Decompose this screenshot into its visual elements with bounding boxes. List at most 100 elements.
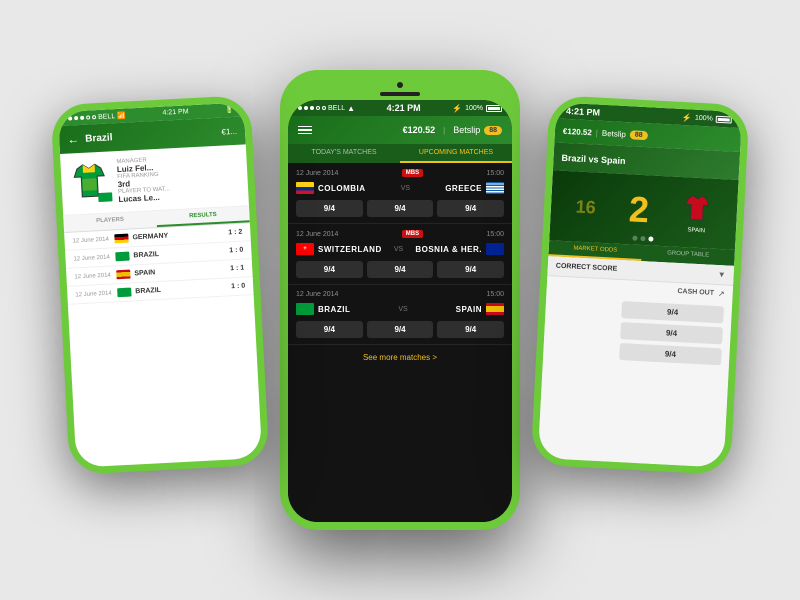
carrier-left: BELL	[98, 113, 115, 121]
tab-todays[interactable]: TODAY'S MATCHES	[288, 144, 400, 163]
right-odds-3[interactable]: 9/4	[619, 343, 722, 365]
match-time: 15:00	[486, 170, 504, 177]
switzerland-flag: +	[296, 243, 314, 255]
match-time: 15:00	[486, 291, 504, 298]
result-flag	[114, 234, 128, 244]
away-team: GREECE	[445, 182, 504, 194]
odds-btn-1[interactable]: 9/4	[296, 200, 363, 217]
time-left: 4:21 PM	[162, 108, 188, 117]
wifi-icon-center: ▲	[347, 104, 355, 113]
match-time: 15:00	[486, 231, 504, 238]
dropdown-icon[interactable]: ▼	[717, 270, 725, 279]
scene: BELL 📶 4:21 PM 🔋 ← Brazil €1...	[0, 0, 800, 600]
battery-left: 🔋	[225, 106, 234, 114]
tab-upcoming[interactable]: UPCOMING MATCHES	[400, 144, 512, 163]
bosnia-flag	[486, 243, 504, 255]
mbs-badge: MBS	[402, 230, 423, 238]
time-right: 4:21 PM	[566, 106, 600, 118]
betslip-count-right[interactable]: 88	[630, 130, 648, 140]
team-info: MANAGER Luiz Fel... FIFA RANKING 3rd PLA…	[116, 153, 240, 204]
right-body: CORRECT SCORE ▼ CASH OUT ↗ 9/4 9/4 9/4	[538, 256, 734, 467]
away-team: SPAIN	[456, 303, 504, 315]
correct-score-label: CORRECT SCORE	[556, 263, 618, 273]
away-team-name: SPAIN	[456, 305, 482, 314]
match-title: Brazil vs Spain	[561, 153, 625, 166]
vs-label: VS	[394, 246, 403, 253]
odds-btn-1[interactable]: 9/4	[296, 261, 363, 278]
bluetooth-icon-right: ⚡	[682, 112, 692, 122]
match-teams: + SWITZERLAND VS BOSNIA & HER.	[296, 243, 504, 255]
home-team-name: SWITZERLAND	[318, 245, 382, 254]
screen-right: 4:21 PM ⚡ 100% €120.52 | Betslip 88 Braz…	[538, 102, 742, 467]
bluetooth-icon: ⚡	[452, 104, 462, 113]
carrier-center: BELL	[328, 105, 345, 112]
match-card: 12 June 2014 15:00 BRAZIL VS SPAIN	[288, 285, 512, 345]
screen-center: BELL ▲ 4:21 PM ⚡ 100% €120.52 | Bet	[288, 100, 512, 522]
right-odds-2[interactable]: 9/4	[620, 322, 723, 344]
result-date: 12 June 2014	[75, 290, 113, 298]
odds-btn-3[interactable]: 9/4	[437, 321, 504, 338]
result-date: 12 June 2014	[74, 272, 112, 280]
results-list: 12 June 2014 GERMANY 1 : 2 12 June 2014 …	[64, 223, 254, 305]
odds-btn-1[interactable]: 9/4	[296, 321, 363, 338]
colombia-flag	[296, 182, 314, 194]
right-odds-list: 9/4 9/4 9/4	[543, 293, 732, 374]
score-home: 16	[575, 196, 596, 218]
mbs-badge: MBS	[402, 169, 423, 177]
result-date: 12 June 2014	[72, 236, 110, 244]
left-team-title: Brazil	[85, 132, 113, 144]
result-flag	[115, 252, 129, 262]
see-more-link[interactable]: See more matches >	[288, 345, 512, 370]
odds-btn-2[interactable]: 9/4	[367, 261, 434, 278]
match-tabs: TODAY'S MATCHES UPCOMING MATCHES	[288, 144, 512, 163]
away-team-label: SPAIN	[681, 227, 711, 235]
odds-btn-2[interactable]: 9/4	[367, 200, 434, 217]
matches-list: 12 June 2014 MBS 15:00 COLOMBIA VS GREEC…	[288, 163, 512, 522]
result-score: 1 : 0	[231, 283, 245, 291]
home-team: + SWITZERLAND	[296, 243, 382, 255]
battery-icon-right	[716, 115, 732, 123]
back-arrow[interactable]: ←	[67, 132, 80, 147]
screen-left: BELL 📶 4:21 PM 🔋 ← Brazil €1...	[58, 102, 262, 467]
phone-left: BELL 📶 4:21 PM 🔋 ← Brazil €1...	[50, 95, 269, 475]
vs-label: VS	[398, 306, 407, 313]
match-card: 12 June 2014 MBS 15:00 COLOMBIA VS GREEC…	[288, 163, 512, 224]
spain-flag	[486, 303, 504, 315]
balance-left: €1...	[221, 126, 237, 136]
brazil-flag	[296, 303, 314, 315]
battery-icon-center	[486, 105, 502, 112]
right-odds-1[interactable]: 9/4	[621, 301, 724, 323]
result-date: 12 June 2014	[73, 254, 111, 262]
match-teams: COLOMBIA VS GREECE	[296, 182, 504, 194]
odds-btn-3[interactable]: 9/4	[437, 200, 504, 217]
betslip-label-right: Betslip	[602, 128, 626, 138]
phone-center: BELL ▲ 4:21 PM ⚡ 100% €120.52 | Bet	[280, 70, 520, 530]
odds-btn-2[interactable]: 9/4	[367, 321, 434, 338]
odds-btn-3[interactable]: 9/4	[437, 261, 504, 278]
greece-flag	[486, 182, 504, 194]
odds-row: 9/4 9/4 9/4	[296, 261, 504, 278]
result-flag	[117, 288, 131, 298]
jersey-icon	[68, 160, 110, 202]
menu-icon[interactable]	[298, 126, 312, 135]
betslip-count[interactable]: 88	[484, 126, 502, 135]
match-header: 12 June 2014 MBS 15:00	[296, 230, 504, 238]
match-card: 12 June 2014 MBS 15:00 + SWITZERLAND VS	[288, 224, 512, 285]
home-team-name: BRAZIL	[318, 305, 350, 314]
away-team-name: GREECE	[445, 184, 482, 193]
result-team: BRAZIL	[135, 283, 227, 295]
cashout-label: CASH OUT	[677, 288, 714, 297]
result-team: SPAIN	[134, 266, 226, 278]
match-date: 12 June 2014	[296, 170, 338, 177]
odds-row: 9/4 9/4 9/4	[296, 321, 504, 338]
result-flag	[116, 270, 130, 280]
match-date: 12 June 2014	[296, 231, 338, 238]
cashout-icon[interactable]: ↗	[718, 289, 725, 298]
result-score: 1 : 0	[229, 247, 243, 255]
battery-pct-right: 100%	[695, 114, 713, 122]
vs-label: VS	[401, 185, 410, 192]
score-area: 16 2 SPAIN	[549, 170, 738, 250]
team-profile: MANAGER Luiz Fel... FIFA RANKING 3rd PLA…	[60, 144, 249, 216]
odds-row: 9/4 9/4 9/4	[296, 200, 504, 217]
balance-center: €120.52	[403, 125, 436, 135]
